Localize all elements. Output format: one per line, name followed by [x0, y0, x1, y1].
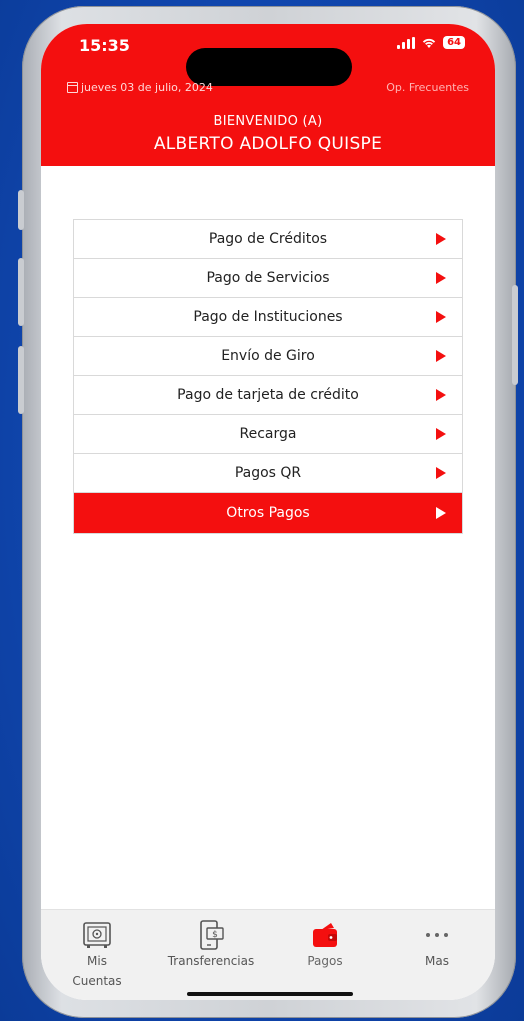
menu-item-label: Pago de Instituciones	[193, 309, 343, 325]
app-header: 15:35 64 jueves 03 de julio, 2024 Op. Fr…	[41, 24, 495, 166]
calendar-icon	[67, 82, 78, 93]
tab-label: Cuentas	[72, 974, 122, 988]
arrow-right-icon	[436, 350, 446, 362]
menu-item-pago-creditos[interactable]: Pago de Créditos	[74, 220, 462, 259]
arrow-right-icon	[436, 233, 446, 245]
tab-mis-cuentas[interactable]: Mis Cuentas	[63, 920, 131, 991]
tab-pagos[interactable]: Pagos	[295, 920, 355, 971]
menu-item-label: Pago de Créditos	[208, 231, 328, 247]
signal-icon	[397, 36, 416, 49]
status-icons: 64	[397, 36, 465, 49]
volume-up-button	[18, 258, 24, 326]
menu-item-label: Otros Pagos	[226, 505, 310, 521]
phone-transfer-icon: $	[195, 920, 227, 950]
current-date: jueves 03 de julio, 2024	[81, 81, 213, 94]
arrow-right-icon	[436, 467, 446, 479]
menu-item-label: Recarga	[239, 426, 297, 442]
user-name: ALBERTO ADOLFO QUISPE	[153, 134, 383, 154]
arrow-right-icon	[436, 311, 446, 323]
power-button	[512, 285, 518, 385]
tab-transferencias[interactable]: $ Transferencias	[163, 920, 259, 971]
arrow-right-icon	[436, 272, 446, 284]
safe-icon	[82, 920, 112, 950]
more-dots-icon	[422, 920, 452, 950]
frequent-operations-link[interactable]: Op. Frecuentes	[386, 81, 469, 94]
menu-item-label: Envío de Giro	[221, 348, 315, 364]
date-row: jueves 03 de julio, 2024	[67, 81, 213, 94]
menu-item-pago-tarjeta[interactable]: Pago de tarjeta de crédito	[74, 376, 462, 415]
tab-label: Pagos	[307, 954, 343, 968]
tab-label: Mis	[87, 954, 107, 968]
menu-item-otros-pagos[interactable]: Otros Pagos	[74, 493, 462, 533]
wifi-icon	[422, 38, 436, 48]
menu-item-envio-giro[interactable]: Envío de Giro	[74, 337, 462, 376]
menu-item-pago-servicios[interactable]: Pago de Servicios	[74, 259, 462, 298]
menu-item-pagos-qr[interactable]: Pagos QR	[74, 454, 462, 493]
action-button	[18, 190, 24, 230]
tab-label: Transferencias	[167, 954, 255, 968]
menu-item-pago-instituciones[interactable]: Pago de Instituciones	[74, 298, 462, 337]
home-indicator	[187, 992, 353, 996]
status-time: 15:35	[79, 36, 130, 55]
payments-menu: Pago de Créditos Pago de Servicios Pago …	[73, 219, 463, 534]
welcome-text: BIENVENIDO (A)	[213, 114, 323, 129]
svg-text:$: $	[212, 930, 218, 940]
bottom-tab-bar: Mis Cuentas $ Transferencias Pagos Mas	[41, 909, 495, 1000]
arrow-right-icon	[436, 389, 446, 401]
volume-down-button	[18, 346, 24, 414]
battery-icon: 64	[443, 36, 465, 49]
menu-item-label: Pagos QR	[234, 465, 302, 481]
menu-item-recarga[interactable]: Recarga	[74, 415, 462, 454]
arrow-right-icon	[436, 507, 446, 519]
app-screen: 15:35 64 jueves 03 de julio, 2024 Op. Fr…	[41, 24, 495, 1000]
tab-mas[interactable]: Mas	[417, 920, 457, 971]
wallet-icon	[310, 920, 340, 950]
menu-item-label: Pago de Servicios	[206, 270, 330, 286]
tab-label: Mas	[425, 954, 449, 968]
arrow-right-icon	[436, 428, 446, 440]
menu-item-label: Pago de tarjeta de crédito	[177, 387, 359, 403]
